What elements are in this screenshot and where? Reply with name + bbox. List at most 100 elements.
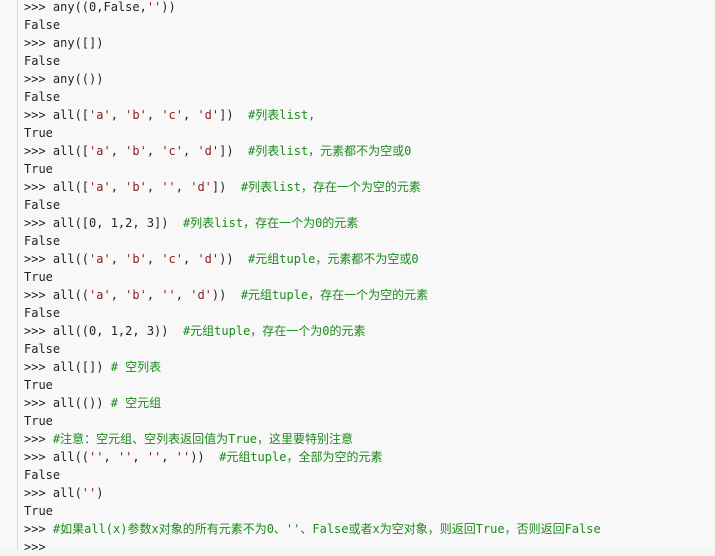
code-string: 'd' (197, 144, 220, 158)
code-string: '' (89, 450, 104, 464)
code-line: False (24, 304, 715, 322)
code-string: 'a' (89, 252, 111, 266)
code-line: False (24, 232, 715, 250)
code-comment: #列表list, (248, 108, 316, 122)
code-line: False (24, 16, 715, 34)
code-text: False (24, 468, 61, 482)
code-line: >>> #如果all(x)参数x对象的所有元素不为0、''、False或者x为空… (24, 520, 715, 538)
code-line: >>> all(('', '', '', '')) #元组tuple，全部为空的… (24, 448, 715, 466)
code-text: , (110, 108, 126, 122)
code-text: , (161, 450, 176, 464)
code-string: '' (81, 486, 97, 500)
code-text: , (175, 288, 191, 302)
code-string: 'b' (125, 288, 147, 302)
code-line: >>> #注意：空元组、空列表返回值为True，这里要特别注意 (24, 430, 715, 448)
code-line: >>> (24, 538, 715, 556)
code-text: True (24, 162, 53, 176)
code-text: ]) (219, 144, 249, 158)
code-string: '' (175, 450, 191, 464)
code-text: , (175, 180, 191, 194)
code-line: True (24, 376, 715, 394)
code-string: 'a' (89, 180, 111, 194)
code-comment: #元组tuple，元素都不为空或0 (248, 252, 419, 266)
code-text: True (24, 414, 53, 428)
code-text: >>> any(()) (24, 72, 104, 86)
code-line: >>> all('') (24, 484, 715, 502)
code-string: 'b' (125, 144, 147, 158)
code-text: True (24, 270, 53, 284)
code-line: False (24, 88, 715, 106)
code-comment: #元组tuple，存在一个为空的元素 (240, 288, 429, 302)
code-text: >>> all(( (24, 288, 90, 302)
code-text: , (132, 450, 147, 464)
code-text: >>> all([]) (24, 360, 111, 374)
code-comment: # 空列表 (110, 360, 162, 374)
code-text: False (24, 18, 61, 32)
code-line: True (24, 268, 715, 286)
code-text: >>> all([ (24, 144, 90, 158)
code-string: 'd' (197, 252, 220, 266)
code-line: True (24, 160, 715, 178)
code-text: )) (161, 0, 176, 14)
code-text: >>> (24, 522, 53, 536)
code-string: 'c' (161, 144, 183, 158)
code-text: False (24, 90, 61, 104)
code-text: >>> any((0,False, (24, 0, 147, 14)
code-text: , (146, 144, 162, 158)
code-text: , (110, 144, 126, 158)
code-line: False (24, 52, 715, 70)
code-line: >>> all([]) # 空列表 (24, 358, 715, 376)
code-comment: #列表list，元素都不为空或0 (248, 144, 412, 158)
code-text: , (146, 180, 162, 194)
code-line: False (24, 466, 715, 484)
code-comment: #元组tuple，存在一个为0的元素 (182, 324, 366, 338)
code-string: 'c' (161, 108, 183, 122)
code-line: False (24, 340, 715, 358)
code-line: True (24, 502, 715, 520)
code-text: ) (96, 486, 104, 500)
code-text: False (24, 234, 61, 248)
code-comment: #元组tuple，全部为空的元素 (219, 450, 383, 464)
code-string: 'a' (89, 144, 111, 158)
code-string: 'd' (197, 108, 220, 122)
code-text: , (110, 252, 126, 266)
code-text: ]) (211, 180, 241, 194)
code-text: False (24, 342, 61, 356)
code-string: '' (117, 450, 133, 464)
code-text: , (183, 108, 198, 122)
code-text: >>> all((0, 1,2, 3)) (24, 324, 183, 338)
code-comment: #注意：空元组、空列表返回值为True，这里要特别注意 (52, 432, 354, 446)
code-lines: >>> any((0,False,'')) False >>> any([]) Fal… (24, 0, 715, 556)
code-text: , (110, 288, 126, 302)
code-string: '' (146, 0, 162, 14)
code-line: >>> any([]) (24, 34, 715, 52)
code-text: False (24, 306, 61, 320)
code-line: True (24, 124, 715, 142)
code-text: >>> (24, 540, 46, 554)
code-line: True (24, 412, 715, 430)
code-string: 'b' (125, 252, 147, 266)
code-string: 'a' (89, 108, 111, 122)
code-string: 'a' (89, 288, 111, 302)
code-string: 'b' (125, 180, 147, 194)
code-text: >>> all([ (24, 108, 90, 122)
code-comment: #列表list，存在一个为0的元素 (182, 216, 359, 230)
code-text: )) (219, 252, 249, 266)
code-text: , (110, 180, 126, 194)
code-line: >>> all(('a', 'b', '', 'd')) #元组tuple，存在… (24, 286, 715, 304)
code-text: )) (190, 450, 220, 464)
code-text: >>> all( (24, 486, 82, 500)
code-line: >>> any((0,False,'')) (24, 0, 715, 16)
code-string: 'c' (161, 252, 183, 266)
code-text: , (146, 288, 162, 302)
code-text: >>> all(()) (24, 396, 111, 410)
code-text: >>> all([0, 1,2, 3]) (24, 216, 183, 230)
code-string: '' (161, 180, 176, 194)
code-block: >>> any((0,False,'')) False >>> any([]) Fal… (0, 0, 715, 554)
code-line: >>> all(['a', 'b', 'c', 'd']) #列表list，元素… (24, 142, 715, 160)
code-comment: # 空元组 (110, 396, 162, 410)
code-string: 'd' (190, 180, 212, 194)
code-line: >>> all(['a', 'b', 'c', 'd']) #列表list, (24, 106, 715, 124)
code-text: True (24, 504, 53, 518)
code-text: , (183, 252, 198, 266)
